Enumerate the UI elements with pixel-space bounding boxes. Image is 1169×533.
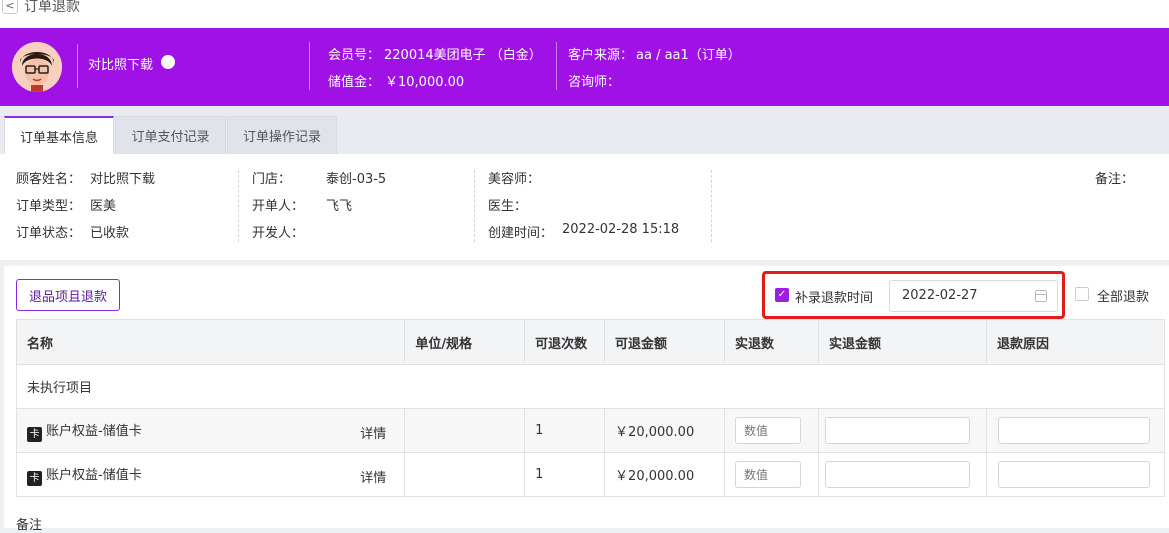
column-header-actual-amount: 实退金额 — [817, 319, 987, 365]
table-group-row: 未执行项目 — [16, 364, 1165, 409]
back-button[interactable]: < — [2, 0, 18, 14]
tab-order-basic-info[interactable]: 订单基本信息 — [4, 116, 114, 155]
column-header-refundable-amount: 可退金额 — [604, 319, 725, 365]
qty-cell — [724, 452, 819, 497]
return-and-refund-button[interactable]: 退品项且退款 — [16, 279, 120, 311]
order-status-value: 已收款 — [90, 226, 130, 241]
column-divider — [711, 170, 712, 242]
doctor-label: 医生： — [488, 199, 528, 214]
item-name: 账户权益-储值卡 — [46, 467, 142, 483]
footer-remark-label: 备注 — [16, 518, 43, 533]
store-value: 泰创-03-5 — [326, 172, 387, 187]
column-divider — [238, 170, 239, 242]
page-title: 订单退款 — [24, 0, 80, 15]
member-label: 会员号： — [328, 48, 381, 63]
consultant-label: 咨询师： — [568, 75, 621, 90]
store-label: 门店： — [252, 172, 292, 187]
qty-cell — [724, 408, 819, 453]
order-type-label: 订单类型： — [16, 199, 82, 214]
refund-amount-input[interactable] — [824, 417, 970, 444]
backfill-time-checkbox[interactable]: ✓ — [775, 288, 789, 302]
column-header-unit: 单位/规格 — [404, 319, 526, 365]
customer-name-label: 顾客姓名： — [16, 172, 82, 187]
detail-link[interactable]: 详情 — [360, 467, 386, 486]
tab-bar: 订单基本信息 订单支付记录 订单操作记录 — [0, 106, 1169, 155]
balance-label: 储值金： — [328, 75, 381, 90]
item-unit — [404, 408, 526, 453]
group-label: 未执行项目 — [16, 364, 1165, 409]
calendar-icon[interactable] — [1035, 290, 1047, 302]
avatar — [12, 42, 62, 92]
column-header-refund-reason: 退款原因 — [985, 319, 1166, 365]
header-divider — [556, 42, 557, 90]
table-row: 卡账户权益-储值卡 详情 1 ￥20,000.00 — [15, 452, 1166, 497]
status-dot-icon — [161, 55, 175, 69]
card-icon: 卡 — [27, 426, 42, 442]
item-name: 账户权益-储值卡 — [46, 423, 142, 439]
remark-label: 备注： — [1095, 172, 1135, 187]
detail-link[interactable]: 详情 — [360, 423, 386, 442]
column-header-refundable-count: 可退次数 — [524, 319, 606, 365]
top-bar: < 订单退款 — [0, 0, 1169, 28]
refund-reason-input[interactable] — [997, 417, 1150, 444]
creator-label: 开单人： — [252, 199, 305, 214]
amount-cell — [817, 408, 987, 453]
item-name-cell: 卡账户权益-储值卡 详情 — [15, 408, 406, 453]
reason-cell — [985, 452, 1166, 497]
customer-name: 对比照下载 — [88, 58, 154, 73]
amount-cell — [817, 452, 987, 497]
all-refund-label: 全部退款 — [1097, 290, 1150, 305]
refund-date-value: 2022-02-27 — [902, 288, 978, 303]
reason-cell — [985, 408, 1166, 453]
source-value: aa / aa1（订单） — [636, 48, 741, 63]
refund-date-picker[interactable]: 2022-02-27 — [889, 280, 1058, 312]
header-divider — [77, 44, 78, 88]
column-divider — [474, 170, 475, 242]
check-icon: ✓ — [777, 289, 787, 300]
order-type-value: 医美 — [90, 199, 117, 214]
table-row: 卡账户权益-储值卡 详情 1 ￥20,000.00 — [15, 408, 1166, 453]
backfill-time-label: 补录退款时间 — [795, 291, 874, 306]
avatar-illustration — [12, 42, 62, 92]
refund-qty-input[interactable] — [735, 417, 801, 444]
header-divider — [309, 42, 310, 90]
item-unit — [404, 452, 526, 497]
source-label: 客户来源： — [568, 48, 634, 63]
creator-value: 飞飞 — [326, 199, 353, 214]
column-header-actual-qty: 实退数 — [724, 319, 819, 365]
developer-label: 开发人： — [252, 226, 305, 241]
member-value: 220014美团电子 （白金） — [384, 48, 542, 63]
tab-order-payment-records[interactable]: 订单支付记录 — [115, 116, 226, 154]
refund-items-table: 名称 单位/规格 可退次数 可退金额 实退数 实退金额 退款原因 未执行项目 卡… — [15, 319, 1166, 497]
item-refundable-count: 1 — [524, 408, 606, 453]
card-icon: 卡 — [27, 470, 42, 486]
balance-value: ￥10,000.00 — [385, 75, 465, 90]
customer-name-value: 对比照下载 — [90, 172, 156, 187]
item-refundable-count: 1 — [524, 452, 606, 497]
chevron-left-icon: < — [5, 0, 15, 12]
refund-panel: 退品项且退款 ✓ 补录退款时间 2022-02-27 全部退款 名称 单位/规格… — [4, 266, 1169, 533]
created-time-value: 2022-02-28 15:18 — [562, 222, 680, 237]
order-info-panel: 顾客姓名： 对比照下载 订单类型： 医美 订单状态： 已收款 门店： 泰创-03… — [0, 154, 1169, 260]
all-refund-checkbox[interactable] — [1075, 287, 1089, 301]
refund-qty-input[interactable] — [735, 461, 801, 488]
column-header-name: 名称 — [15, 319, 406, 365]
created-time-label: 创建时间： — [488, 226, 554, 241]
order-status-label: 订单状态： — [16, 226, 82, 241]
refund-reason-input[interactable] — [997, 461, 1150, 488]
item-refundable-amount: ￥20,000.00 — [604, 452, 725, 497]
item-name-cell: 卡账户权益-储值卡 详情 — [15, 452, 406, 497]
item-refundable-amount: ￥20,000.00 — [604, 408, 725, 453]
refund-amount-input[interactable] — [824, 461, 970, 488]
beautician-label: 美容师： — [488, 172, 541, 187]
customer-header: 对比照下载 会员号： 220014美团电子 （白金） 储值金： ￥10,000.… — [0, 28, 1169, 106]
table-header-row: 名称 单位/规格 可退次数 可退金额 实退数 实退金额 退款原因 — [15, 319, 1166, 365]
tab-order-operation-records[interactable]: 订单操作记录 — [227, 116, 337, 154]
